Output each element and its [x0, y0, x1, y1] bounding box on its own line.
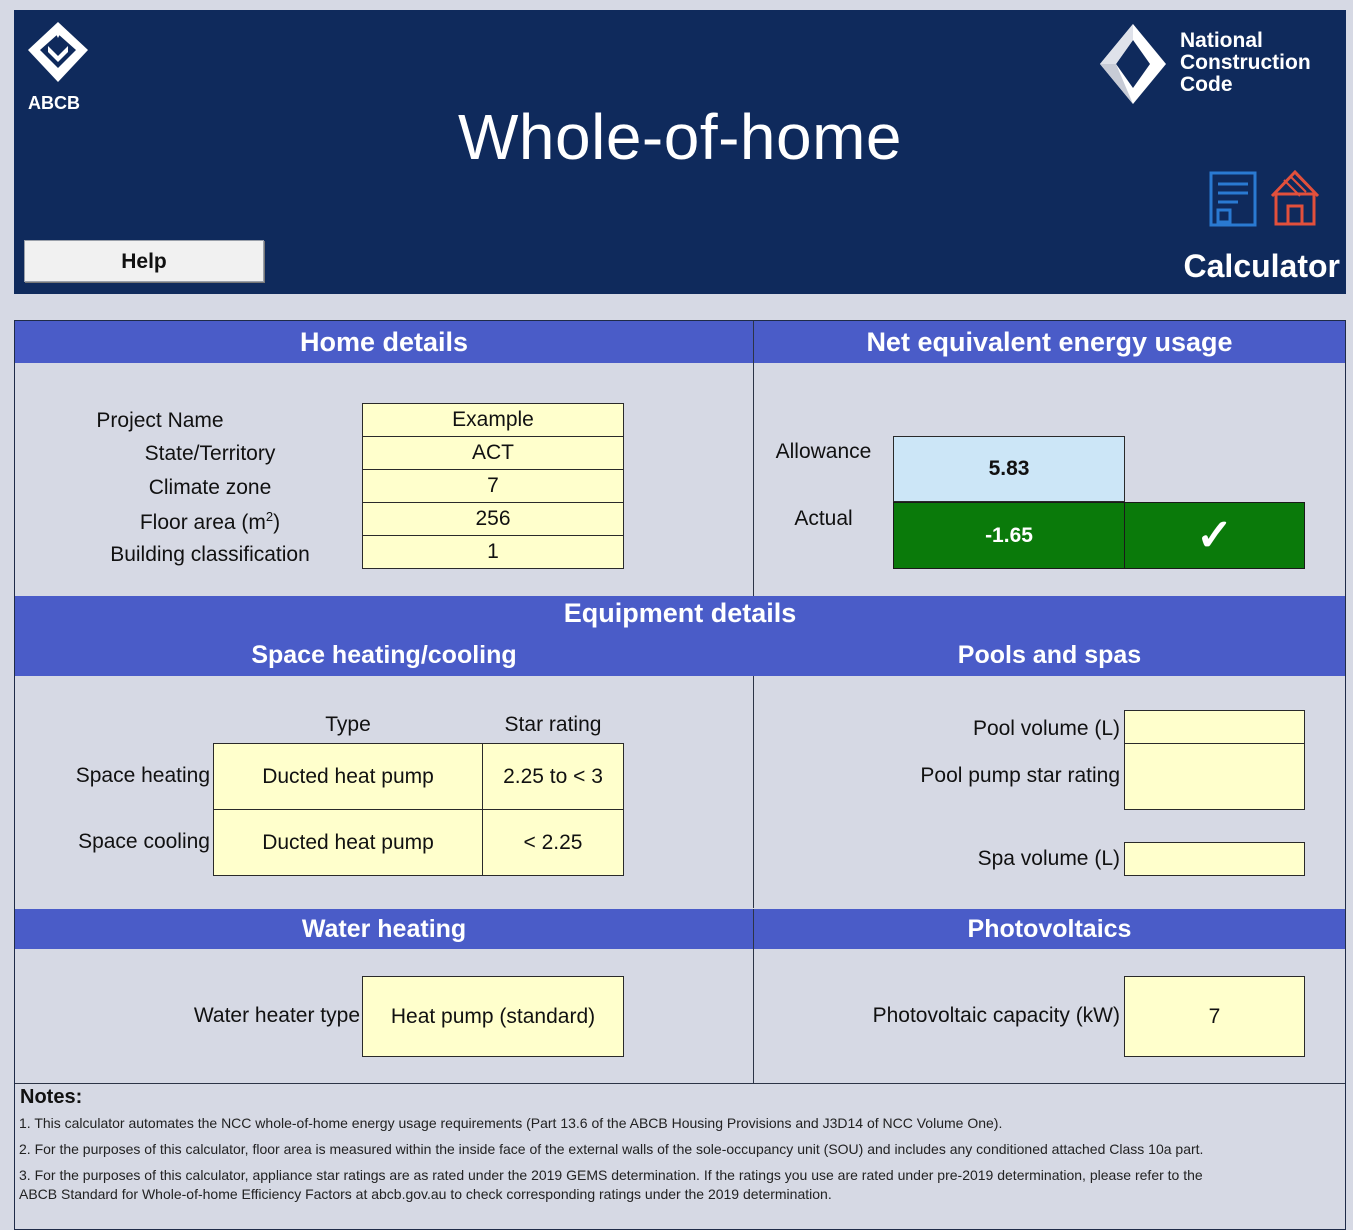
equipment-heading: Equipment details	[563, 598, 797, 628]
ncc-line-1: National	[1180, 29, 1263, 52]
pv-capacity-field[interactable]: 7	[1124, 976, 1305, 1057]
note-line: ABCB Standard for Whole-of-home Efficien…	[19, 1186, 832, 1202]
space-cooling-star-field[interactable]: < 2.25	[482, 809, 624, 876]
document-icon	[1209, 171, 1257, 227]
project-name-label: Project Name	[96, 409, 224, 432]
help-button[interactable]: Help	[24, 240, 264, 282]
column-divider	[753, 676, 754, 908]
state-territory-field[interactable]: ACT	[362, 436, 624, 470]
allowance-label: Allowance	[775, 440, 872, 463]
water-heater-type-label: Water heater type	[193, 1004, 360, 1027]
actual-value: -1.65	[893, 502, 1125, 569]
floor-area-label: Floor area (m2)	[40, 509, 380, 535]
pv-capacity-label: Photovoltaic capacity (kW)	[872, 1004, 1120, 1027]
pools-spas-heading: Pools and spas	[957, 641, 1142, 669]
space-heating-type-field[interactable]: Ducted heat pump	[213, 743, 483, 810]
actual-label: Actual	[794, 507, 853, 530]
abcb-logo-text: ABCB	[28, 93, 80, 113]
state-territory-label: State/Territory	[144, 442, 276, 465]
climate-zone-label: Climate zone	[148, 476, 272, 499]
space-heating-cooling-heading: Space heating/cooling	[251, 641, 517, 669]
floor-area-field[interactable]: 256	[362, 502, 624, 536]
pool-volume-label: Pool volume (L)	[972, 717, 1120, 740]
space-heating-star-field[interactable]: 2.25 to < 3	[482, 743, 624, 810]
spa-volume-field[interactable]	[1124, 842, 1305, 876]
house-icon	[1270, 169, 1320, 226]
allowance-value: 5.83	[893, 436, 1125, 502]
building-classification-field[interactable]: 1	[362, 535, 624, 569]
column-divider	[753, 321, 754, 596]
photovoltaics-heading: Photovoltaics	[754, 909, 1345, 949]
spa-volume-label: Spa volume (L)	[977, 847, 1120, 870]
water-heating-heading: Water heating	[15, 909, 753, 949]
ncc-logo-text: National Construction Code	[1180, 30, 1340, 96]
pool-pump-label: Pool pump star rating	[920, 764, 1120, 787]
notes-heading: Notes:	[20, 1086, 83, 1108]
pool-pump-star-field[interactable]	[1124, 743, 1305, 810]
space-heating-label: Space heating	[75, 764, 210, 787]
ncc-logo-icon	[1100, 24, 1166, 104]
column-divider	[753, 909, 754, 1083]
calculator-label: Calculator	[1183, 248, 1340, 284]
floor-area-label-close: )	[273, 511, 281, 534]
notes-divider	[15, 1083, 1345, 1084]
home-details-heading: Home details	[15, 321, 753, 363]
space-cooling-type-field[interactable]: Ducted heat pump	[213, 809, 483, 876]
project-name-field[interactable]: Example	[362, 403, 624, 437]
pool-volume-field[interactable]	[1124, 710, 1305, 744]
note-line: 3. For the purposes of this calculator, …	[19, 1167, 1203, 1183]
energy-heading: Net equivalent energy usage	[754, 321, 1345, 363]
space-cooling-label: Space cooling	[78, 830, 210, 853]
building-classification-label: Building classification	[110, 543, 310, 566]
abcb-logo-icon	[28, 22, 88, 82]
note-line: 1. This calculator automates the NCC who…	[19, 1115, 1003, 1131]
water-heater-type-field[interactable]: Heat pump (standard)	[362, 976, 624, 1057]
ncc-line-2: Construction	[1180, 51, 1311, 74]
climate-zone-field[interactable]: 7	[362, 469, 624, 503]
page-title: Whole-of-home	[458, 101, 902, 173]
ncc-line-3: Code	[1180, 73, 1233, 96]
star-rating-column-header: Star rating	[504, 713, 602, 736]
type-column-header: Type	[325, 713, 371, 736]
status-check-icon: ✓	[1124, 502, 1305, 569]
note-line: 2. For the purposes of this calculator, …	[19, 1141, 1204, 1157]
floor-area-label-text: Floor area (m	[139, 511, 266, 534]
